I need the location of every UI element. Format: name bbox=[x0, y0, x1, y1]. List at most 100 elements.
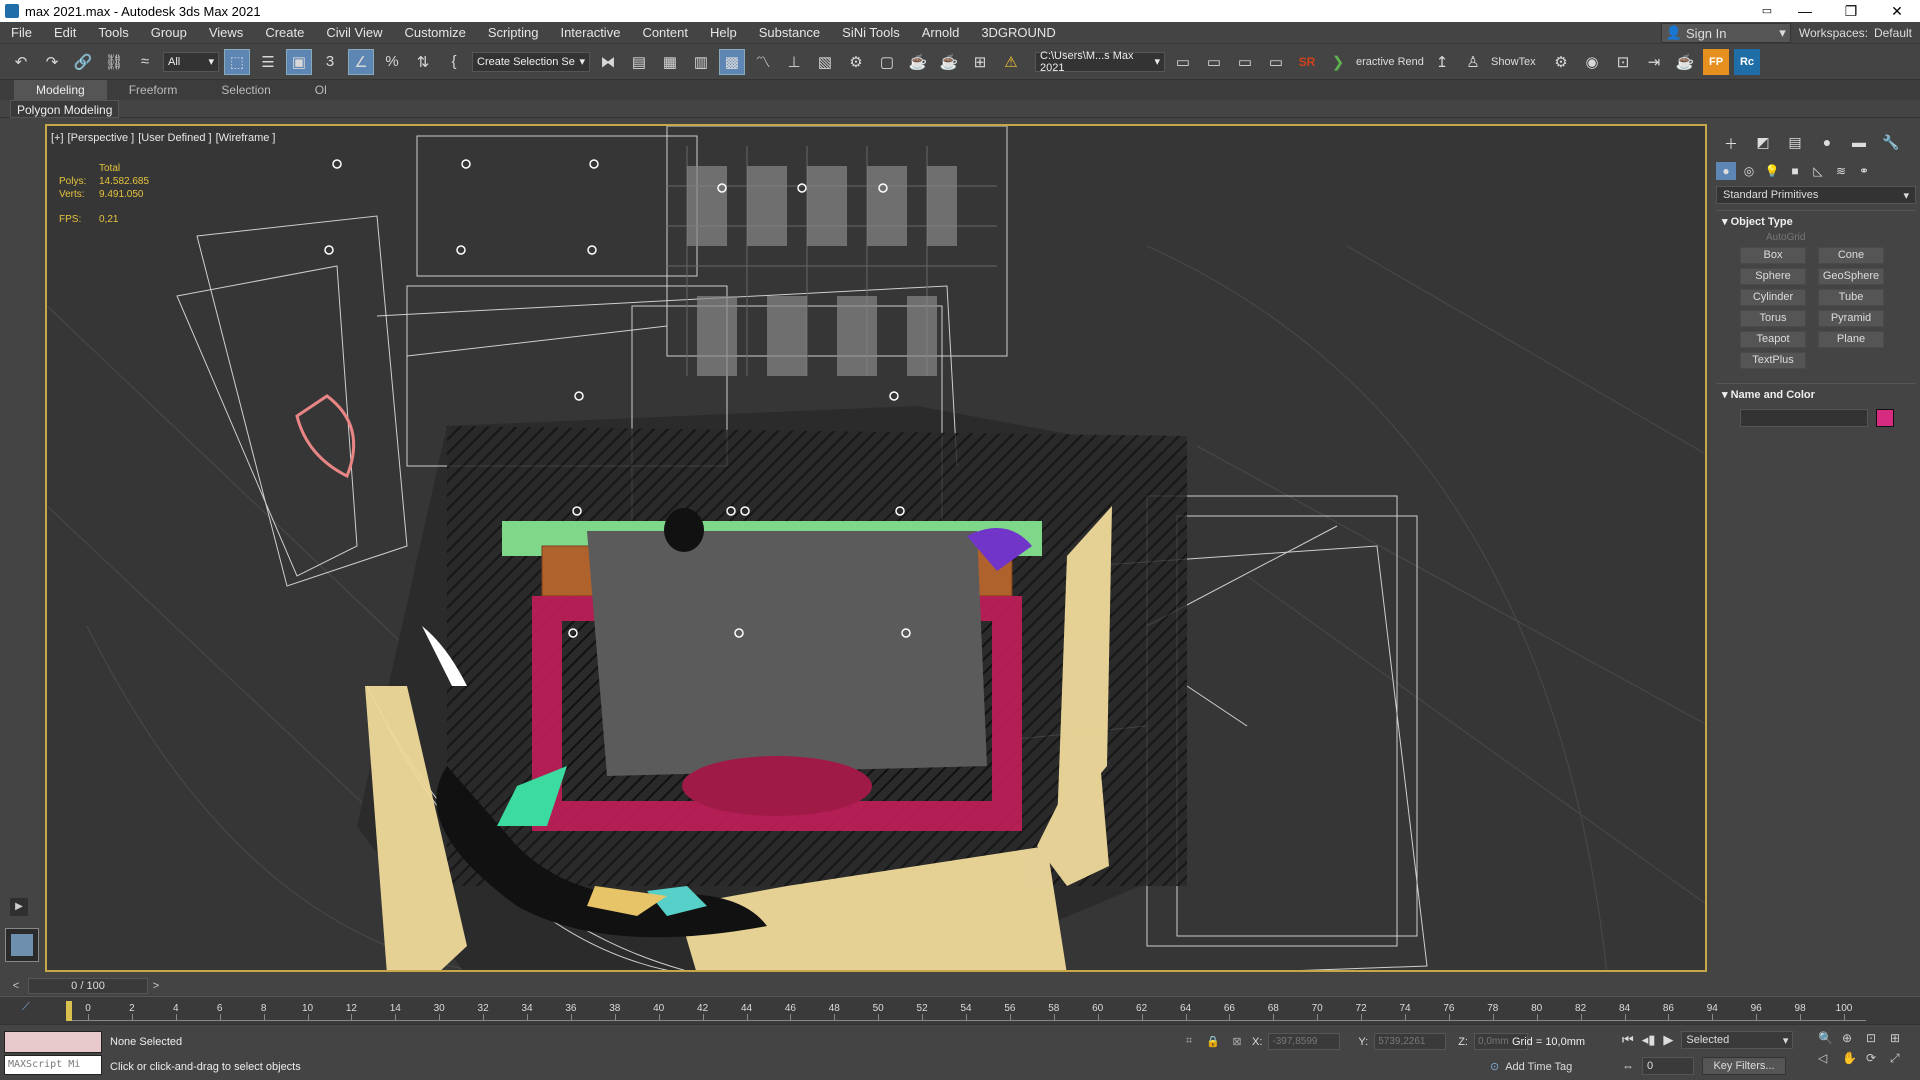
menu-views[interactable]: Views bbox=[198, 25, 254, 40]
object-name-field[interactable] bbox=[1740, 409, 1868, 427]
workspaces-selector[interactable]: Workspaces: Default bbox=[1791, 26, 1920, 40]
menu-civil-view[interactable]: Civil View bbox=[315, 25, 393, 40]
go-to-start-icon[interactable]: ⏮ bbox=[1622, 1032, 1634, 1048]
lock-selection-icon[interactable]: 🔒 bbox=[1204, 1035, 1222, 1048]
menu-content[interactable]: Content bbox=[631, 25, 699, 40]
edit-named-selection-icon[interactable]: { bbox=[441, 49, 467, 75]
menu-tools[interactable]: Tools bbox=[87, 25, 139, 40]
lights-icon[interactable]: 💡 bbox=[1762, 162, 1782, 180]
autogrid-checkbox[interactable]: AutoGrid bbox=[1716, 228, 1916, 247]
material-icon[interactable]: ◉ bbox=[1579, 49, 1605, 75]
maximize-button[interactable]: ❐ bbox=[1828, 0, 1874, 22]
track-ruler[interactable]: 0 2 4 6 8 10 12 14 30 32 34 36 38 40 42 44 46 48 50 52 54 56 5… bbox=[66, 1001, 1866, 1021]
field-of-view-icon[interactable]: ◁ bbox=[1818, 1051, 1838, 1066]
select-by-name-icon[interactable]: ☰ bbox=[255, 49, 281, 75]
bind-space-warp-icon[interactable]: ≈ bbox=[132, 49, 158, 75]
primitive-category-dropdown[interactable]: Standard Primitives ▾ bbox=[1716, 186, 1916, 204]
space-warps-icon[interactable]: ≋ bbox=[1831, 162, 1851, 180]
tab-freeform[interactable]: Freeform bbox=[107, 80, 200, 100]
project-settings-icon[interactable]: ▭ bbox=[1263, 49, 1289, 75]
utilities-tab-icon[interactable]: 🔧 bbox=[1878, 134, 1904, 154]
quick-access-icon[interactable]: ▭ bbox=[1752, 0, 1782, 22]
sphere-button[interactable]: Sphere bbox=[1740, 268, 1806, 285]
menu-substance[interactable]: Substance bbox=[748, 25, 831, 40]
perspective-viewport[interactable]: [+] [Perspective ] [User Defined ] [Wire… bbox=[45, 124, 1707, 972]
percent-snap-icon[interactable]: % bbox=[379, 49, 405, 75]
angle-snap-icon[interactable]: ∠ bbox=[348, 48, 374, 75]
snaps-toggle-icon[interactable]: 3 bbox=[317, 49, 343, 75]
display-tab-icon[interactable]: ▬ bbox=[1846, 134, 1872, 154]
undo-icon[interactable]: ↶ bbox=[8, 49, 34, 75]
box-button[interactable]: Box bbox=[1740, 247, 1806, 264]
maxscript-listener-output[interactable] bbox=[4, 1031, 102, 1053]
toggle-ribbon-icon[interactable]: ▩ bbox=[719, 48, 745, 75]
orbit-icon[interactable]: ⟳ bbox=[1866, 1051, 1886, 1066]
teapot-button[interactable]: Teapot bbox=[1740, 331, 1806, 348]
layer-explorer-icon[interactable]: ▥ bbox=[688, 49, 714, 75]
schematic-view-icon[interactable]: ⊥ bbox=[781, 49, 807, 75]
export-icon[interactable]: ⇥ bbox=[1641, 49, 1667, 75]
x-coordinate-field[interactable]: -397,8599 bbox=[1268, 1033, 1341, 1050]
fp-icon[interactable]: FP bbox=[1703, 48, 1729, 75]
torus-button[interactable]: Torus bbox=[1740, 310, 1806, 327]
tube-button[interactable]: Tube bbox=[1818, 289, 1884, 306]
render-production-icon[interactable]: ☕ bbox=[905, 49, 931, 75]
align-icon[interactable]: ▤ bbox=[626, 49, 652, 75]
textplus-button[interactable]: TextPlus bbox=[1740, 352, 1806, 369]
play-icon[interactable]: ▶ bbox=[1663, 1032, 1673, 1048]
create-project-icon[interactable]: ▭ bbox=[1201, 49, 1227, 75]
open-project-icon[interactable]: ▭ bbox=[1170, 49, 1196, 75]
tab-modeling[interactable]: Modeling bbox=[14, 80, 107, 100]
prev-frame-arrow-icon[interactable]: < bbox=[10, 978, 22, 994]
rectangular-region-icon[interactable]: ▣ bbox=[286, 48, 312, 75]
person-icon[interactable]: ♙ bbox=[1460, 49, 1486, 75]
menu-customize[interactable]: Customize bbox=[393, 25, 476, 40]
object-color-swatch[interactable] bbox=[1876, 409, 1894, 427]
current-frame-field[interactable]: 0 bbox=[1642, 1057, 1694, 1075]
shapes-icon[interactable]: ◎ bbox=[1739, 162, 1759, 180]
isolate-selection-icon[interactable]: ⌗ bbox=[1180, 1035, 1198, 1048]
viewport-shading-preset[interactable]: [User Defined ] bbox=[138, 132, 211, 144]
key-filters-button[interactable]: Key Filters... bbox=[1702, 1057, 1786, 1075]
create-tab-icon[interactable]: ＋ bbox=[1718, 134, 1744, 154]
track-bar[interactable]: ⟋ 0 2 4 6 8 10 12 14 30 32 34 36 38 40 42 44 46 48 50 52 54 5… bbox=[0, 996, 1920, 1024]
mirror-icon[interactable]: ⧓ bbox=[595, 49, 621, 75]
material-editor-icon[interactable]: ▧ bbox=[812, 49, 838, 75]
current-frame-marker[interactable] bbox=[66, 1001, 72, 1021]
time-configuration-icon[interactable]: ⇔ bbox=[1622, 1059, 1634, 1073]
set-project-icon[interactable]: ▭ bbox=[1232, 49, 1258, 75]
time-slider-thumb[interactable]: 0 / 100 bbox=[28, 978, 148, 994]
systems-icon[interactable]: ⚭ bbox=[1854, 162, 1874, 180]
project-path-dropdown[interactable]: C:\Users\M...s Max 2021 ▾ bbox=[1035, 50, 1165, 74]
hierarchy-tab-icon[interactable]: ▤ bbox=[1782, 134, 1808, 154]
motion-tab-icon[interactable]: ● bbox=[1814, 134, 1840, 154]
menu-scripting[interactable]: Scripting bbox=[477, 25, 550, 40]
expand-arrow-icon[interactable]: ▶ bbox=[10, 898, 28, 916]
add-time-tag[interactable]: ⊙ Add Time Tag bbox=[1490, 1060, 1572, 1074]
geosphere-button[interactable]: GeoSphere bbox=[1818, 268, 1884, 285]
viewport-menu-plus[interactable]: [+] bbox=[51, 132, 64, 144]
unlink-icon[interactable]: ⛓ bbox=[101, 49, 127, 75]
link-icon[interactable]: 🔗 bbox=[70, 49, 96, 75]
menu-interactive[interactable]: Interactive bbox=[549, 25, 631, 40]
menu-sini-tools[interactable]: SiNi Tools bbox=[831, 25, 911, 40]
maximize-viewport-icon[interactable]: ⤢ bbox=[1890, 1051, 1910, 1066]
y-coordinate-field[interactable]: 5739,2261 bbox=[1374, 1033, 1447, 1050]
zoom-all-icon[interactable]: ⊕ bbox=[1842, 1031, 1862, 1045]
menu-arnold[interactable]: Arnold bbox=[911, 25, 971, 40]
curve-editor-icon[interactable]: 〽 bbox=[750, 49, 776, 75]
render-icon[interactable]: ❯ bbox=[1325, 49, 1351, 75]
menu-3dground[interactable]: 3DGROUND bbox=[970, 25, 1066, 40]
next-frame-arrow-icon[interactable]: > bbox=[150, 978, 162, 994]
selection-set-dropdown[interactable]: Selected ▾ bbox=[1681, 1031, 1794, 1049]
plane-button[interactable]: Plane bbox=[1818, 331, 1884, 348]
interactive-render-label[interactable]: eractive Rend bbox=[1356, 56, 1424, 68]
menu-create[interactable]: Create bbox=[254, 25, 315, 40]
cameras-icon[interactable]: ■ bbox=[1785, 162, 1805, 180]
menu-edit[interactable]: Edit bbox=[43, 25, 87, 40]
spinner-snap-icon[interactable]: ⇅ bbox=[410, 49, 436, 75]
cone-button[interactable]: Cone bbox=[1818, 247, 1884, 264]
select-object-icon[interactable]: ⬚ bbox=[224, 48, 250, 75]
maxscript-mini-listener[interactable]: MAXScript Mi bbox=[4, 1055, 102, 1075]
viewport-display-mode[interactable]: [Wireframe ] bbox=[216, 132, 276, 144]
